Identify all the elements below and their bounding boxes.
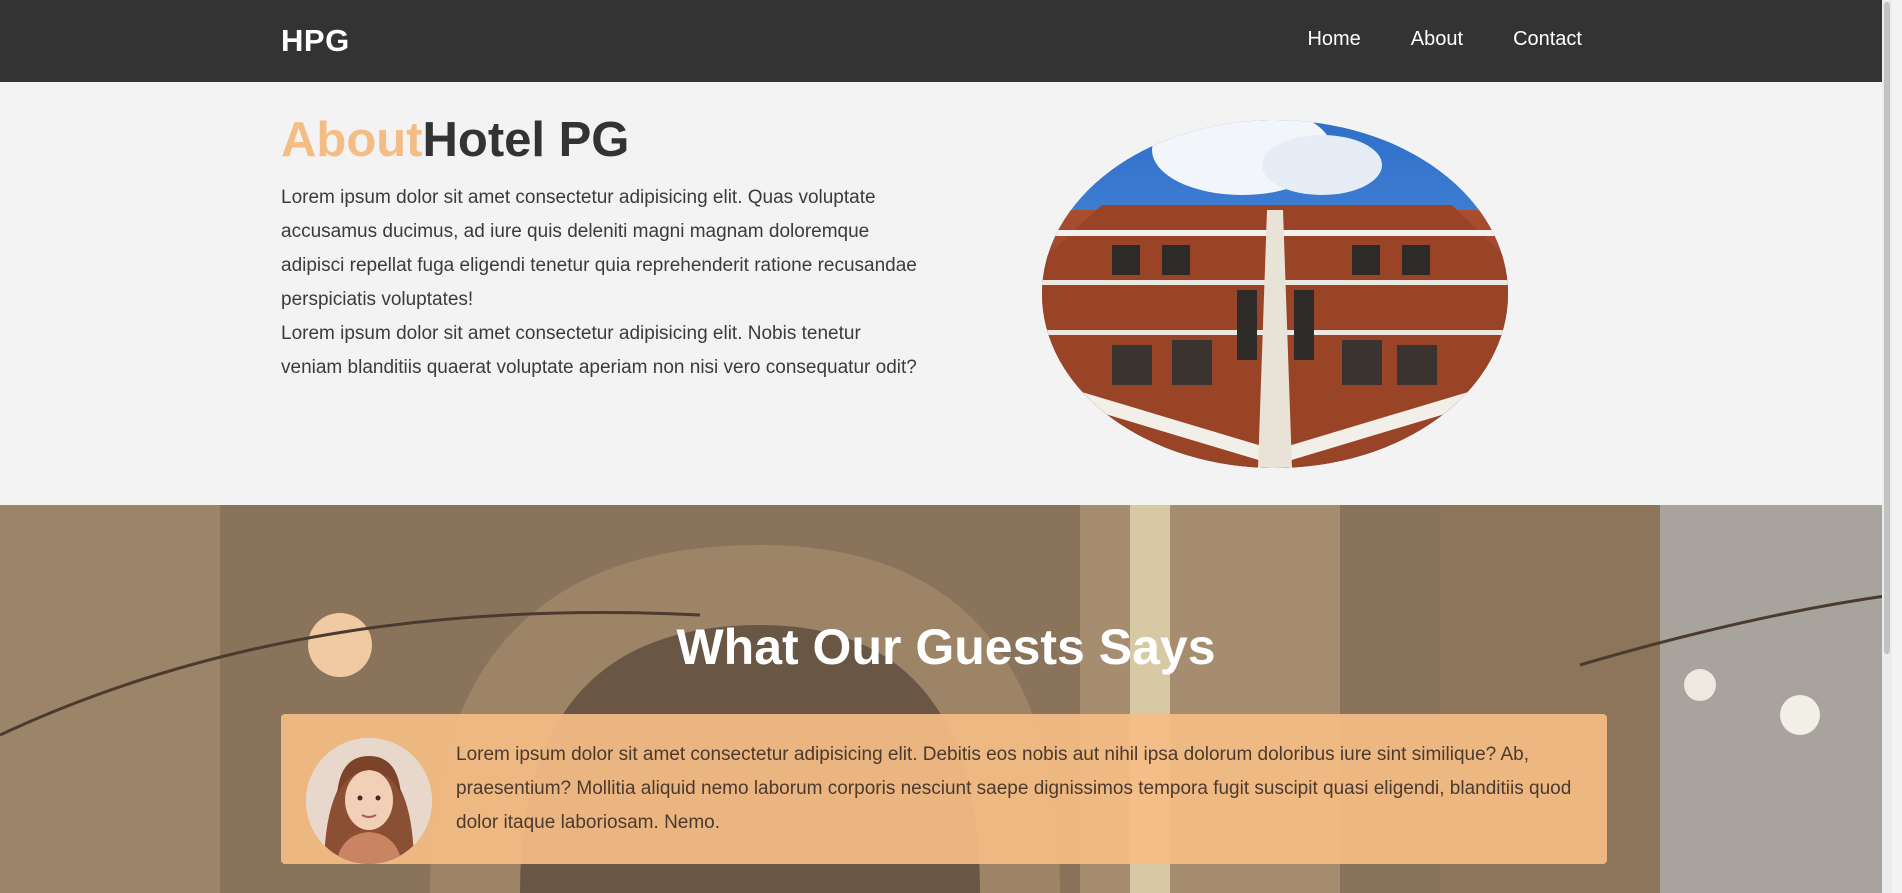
main-nav: Home About Contact [1307,28,1582,51]
vertical-scrollbar[interactable] [1882,0,1892,893]
testimonials-section: What Our Guests Says Lorem ipsum dolor s… [0,505,1892,893]
brand-logo[interactable]: HPG [281,23,350,59]
page: HPG Home About Contact AboutHotel PG Lor… [0,0,1892,893]
about-text: Lorem ipsum dolor sit amet consectetur a… [281,181,921,385]
about-section: AboutHotel PG Lorem ipsum dolor sit amet… [0,82,1892,505]
about-paragraph: Lorem ipsum dolor sit amet consectetur a… [281,187,917,310]
nav-about-link[interactable]: About [1411,28,1463,51]
navbar: HPG Home About Contact [0,0,1892,82]
about-title: AboutHotel PG [281,112,629,168]
testimonials-title: What Our Guests Says [676,619,1216,675]
hotel-building-image [1042,120,1508,468]
about-title-name: Hotel PG [422,113,630,167]
about-paragraph: Lorem ipsum dolor sit amet consectetur a… [281,323,917,378]
about-title-accent: About [281,113,423,167]
testimonial-quote: Lorem ipsum dolor sit amet consectetur a… [456,744,1572,833]
guest-avatar [306,738,432,864]
nav-home-link[interactable]: Home [1307,28,1360,51]
scrollbar-thumb[interactable] [1884,2,1890,654]
nav-contact-link[interactable]: Contact [1513,28,1582,51]
testimonial-card: Lorem ipsum dolor sit amet consectetur a… [281,714,1607,864]
